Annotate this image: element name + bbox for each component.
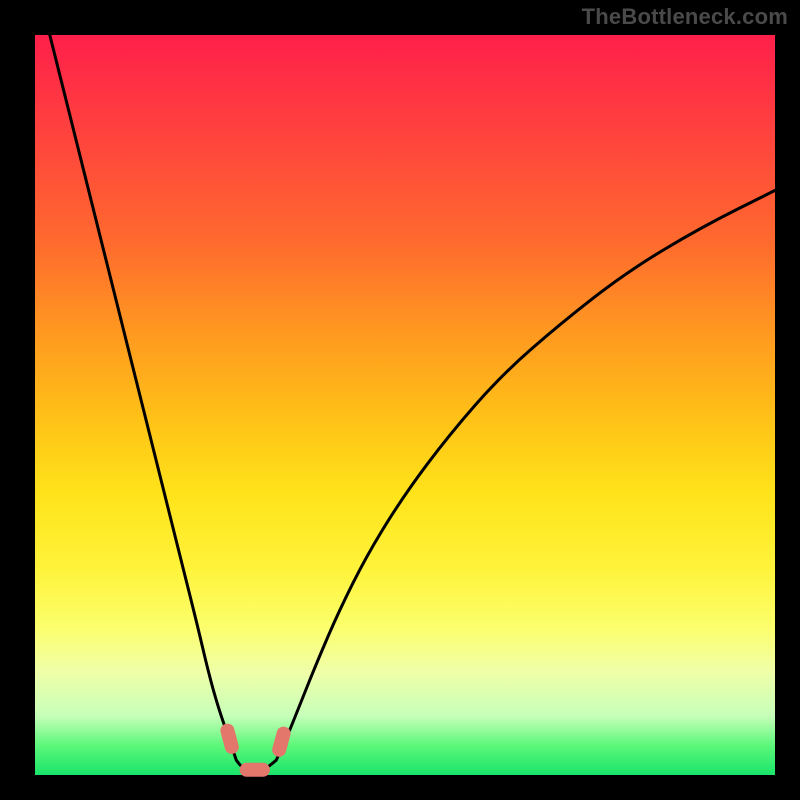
plot-area <box>35 35 775 775</box>
watermark-text: TheBottleneck.com <box>582 4 788 30</box>
marker-left-pair <box>227 731 231 747</box>
data-markers <box>227 731 283 770</box>
chart-frame: TheBottleneck.com <box>0 0 800 800</box>
bottleneck-curve <box>50 35 775 771</box>
curve-layer <box>35 35 775 775</box>
marker-right-pair <box>279 734 283 750</box>
